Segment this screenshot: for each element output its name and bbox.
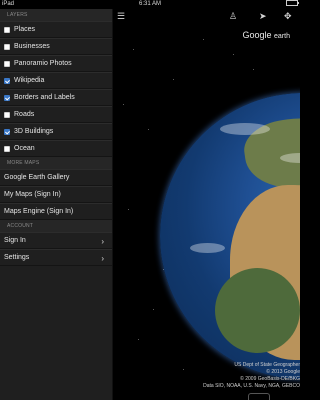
logo-sub: earth [274, 33, 290, 40]
layer-item-panoramio[interactable]: Panoramio Photos [0, 55, 112, 72]
layers-header: LAYERS [0, 9, 112, 21]
layer-label: Places [14, 26, 36, 33]
layer-label: Businesses [14, 43, 50, 50]
menu-label: My Maps (Sign In) [4, 191, 61, 198]
location-arrow-icon[interactable]: ➤ [259, 12, 267, 21]
more-maps-header: MORE MAPS [0, 157, 112, 169]
earth-globe[interactable] [160, 93, 300, 379]
layers-sidebar: LAYERS Places Businesses Panoramio Photo… [0, 9, 113, 400]
more-maps-my-maps[interactable]: My Maps (Sign In) [0, 186, 112, 203]
google-earth-logo: Google earth [242, 30, 290, 40]
layer-label: Wikipedia [14, 77, 45, 84]
account-sign-in[interactable]: Sign In › [0, 232, 112, 249]
globe-view[interactable]: ☰ ♙ ➤ ✥ Google earth US Dept of State Ge… [113, 9, 300, 400]
map-toolbar: ☰ ♙ ➤ ✥ [113, 9, 300, 25]
attribution-line: Data SIO, NOAA, U.S. Navy, NGA, GEBCO [203, 383, 300, 389]
layer-label: Roads [14, 111, 35, 118]
checkbox[interactable] [4, 43, 10, 50]
cloud [220, 123, 270, 135]
checkbox[interactable] [4, 26, 10, 33]
layer-item-3d-buildings[interactable]: 3D Buildings [0, 123, 112, 140]
chevron-right-icon: › [101, 237, 104, 246]
layer-item-borders[interactable]: Borders and Labels [0, 89, 112, 106]
chevron-right-icon: › [101, 254, 104, 263]
more-maps-gallery[interactable]: Google Earth Gallery [0, 169, 112, 186]
layer-item-ocean[interactable]: Ocean [0, 140, 112, 157]
layer-item-wikipedia[interactable]: Wikipedia [0, 72, 112, 89]
layer-item-businesses[interactable]: Businesses [0, 38, 112, 55]
tour-icon[interactable]: ✥ [284, 12, 292, 21]
attribution-line: © 2009 GeoBasis-DE/BKG [240, 376, 300, 382]
map-attribution: US Dept of State Geographer © 2013 Googl… [203, 362, 300, 390]
status-time: 6:31 AM [138, 1, 161, 7]
checkbox-checked[interactable] [4, 128, 10, 135]
menu-label: Maps Engine (Sign In) [4, 208, 74, 215]
more-maps-maps-engine[interactable]: Maps Engine (Sign In) [0, 203, 112, 220]
menu-label: Google Earth Gallery [4, 174, 70, 181]
layer-item-roads[interactable]: Roads [0, 106, 112, 123]
checkbox-checked[interactable] [4, 77, 10, 84]
menu-icon[interactable]: ☰ [117, 12, 125, 21]
battery-icon [286, 0, 299, 6]
layer-label: Ocean [14, 145, 35, 152]
pegman-icon[interactable]: ♙ [229, 12, 237, 21]
land-central-africa [215, 268, 300, 353]
layer-item-places[interactable]: Places [0, 21, 112, 38]
account-header: ACCOUNT [0, 220, 112, 232]
status-bar: iPad 6:31 AM [0, 0, 300, 9]
checkbox[interactable] [4, 111, 10, 118]
battery-indicator [286, 0, 299, 6]
checkbox[interactable] [4, 145, 10, 152]
checkbox[interactable] [4, 60, 10, 67]
menu-label: Settings [4, 254, 30, 261]
menu-label: Sign In [4, 237, 26, 244]
layer-label: Panoramio Photos [14, 60, 72, 67]
cloud [190, 243, 225, 253]
layer-label: Borders and Labels [14, 94, 75, 101]
account-settings[interactable]: Settings › [0, 249, 112, 266]
bottom-tab-handle[interactable] [248, 393, 270, 400]
checkbox-checked[interactable] [4, 94, 10, 101]
layer-label: 3D Buildings [14, 128, 54, 135]
attribution-line: US Dept of State Geographer [234, 362, 300, 368]
logo-main: Google [242, 30, 272, 40]
attribution-line: © 2013 Google [266, 369, 300, 375]
